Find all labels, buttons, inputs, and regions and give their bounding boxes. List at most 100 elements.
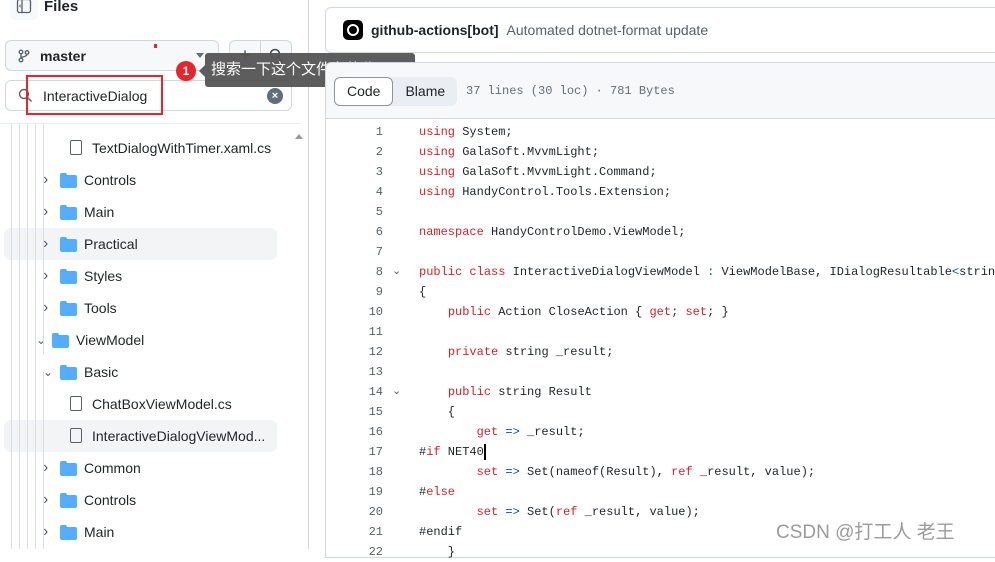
line-number[interactable]: 16: [326, 422, 383, 442]
line-number[interactable]: 13: [326, 362, 383, 382]
tree-folder-item[interactable]: ⌄ Basic: [4, 356, 277, 388]
code-token: =>: [505, 505, 520, 519]
code-token: set: [476, 505, 499, 519]
tree-folder-item[interactable]: › Controls: [4, 164, 277, 196]
line-number[interactable]: 11: [326, 322, 383, 342]
code-token: ;: [671, 305, 686, 319]
line-number[interactable]: 19: [326, 482, 383, 502]
line-number[interactable]: 8: [326, 262, 383, 282]
line-number[interactable]: 6: [326, 222, 383, 242]
text-cursor: [483, 443, 486, 460]
tree-file-item[interactable]: TextDialogWithTimer.xaml.cs: [4, 132, 277, 164]
line-number[interactable]: 22: [326, 542, 383, 562]
line-number[interactable]: 9: [326, 282, 383, 302]
collapse-sidebar-button[interactable]: [10, 0, 38, 20]
scroll-up-arrow[interactable]: [295, 134, 303, 139]
code-token: HandyControl.Tools.Extension;: [455, 185, 672, 199]
chevron-down-icon[interactable]: ⌄: [43, 365, 53, 379]
code-token: {: [419, 405, 456, 419]
folder-icon: [60, 173, 77, 188]
chevron-down-icon[interactable]: ⌄: [36, 333, 46, 347]
tree-folder-item[interactable]: ⌄ ViewModel: [4, 324, 277, 356]
commit-author[interactable]: github-actions[bot]: [371, 22, 499, 38]
code-token: =>: [505, 465, 520, 479]
code-token: ViewModelBase, IDialogResultable: [714, 265, 952, 279]
folder-icon: [60, 461, 77, 476]
code-token: HandyControlDemo.ViewModel;: [483, 225, 686, 239]
code-token: string: [959, 265, 995, 279]
watermark: CSDN @打工人 老王: [776, 522, 955, 543]
annotation-badge: 1: [176, 61, 196, 81]
line-number[interactable]: 17: [326, 442, 383, 462]
folder-open-icon: [52, 333, 69, 348]
tree-file-item[interactable]: InteractiveDialogViewMod...: [4, 420, 277, 452]
git-branch-icon: [18, 49, 30, 62]
line-number[interactable]: 3: [326, 162, 383, 182]
latest-commit-bar: github-actions[bot] Automated dotnet-for…: [325, 7, 995, 53]
code-token: Set(: [519, 505, 556, 519]
code-token: using: [419, 145, 456, 159]
code-token: string _result;: [498, 345, 614, 359]
line-number[interactable]: 14: [326, 382, 383, 402]
tree-indent-guide: [43, 124, 44, 354]
code-token: System;: [455, 125, 513, 139]
github-avatar-icon: [343, 20, 363, 40]
code-text: public string Result: [419, 382, 592, 402]
file-meta: 37 lines (30 loc) · 781 Bytes: [466, 84, 675, 98]
line-number[interactable]: 10: [326, 302, 383, 322]
code-token: if: [426, 445, 441, 459]
code-text: public class InteractiveDialogViewModel …: [419, 262, 995, 282]
code-token: }: [419, 545, 456, 559]
line-number[interactable]: 5: [326, 202, 383, 222]
line-number[interactable]: 1: [326, 122, 383, 142]
code-token: public: [419, 265, 463, 279]
code-text: public Action CloseAction { get; set; }: [419, 302, 729, 322]
tree-folder-item[interactable]: › Styles: [4, 260, 277, 292]
folder-open-icon: [60, 365, 77, 380]
clear-search-button[interactable]: ×: [267, 88, 283, 104]
line-number[interactable]: 18: [326, 462, 383, 482]
tree-folder-item[interactable]: › Main: [4, 516, 277, 548]
line-number[interactable]: 21: [326, 522, 383, 542]
tree-file-item[interactable]: ChatBoxViewModel.cs: [4, 388, 277, 420]
commit-message[interactable]: Automated dotnet-format update: [507, 22, 709, 38]
tree-item-label: ViewModel: [76, 332, 145, 348]
tree-folder-item[interactable]: › Common: [4, 452, 277, 484]
line-number[interactable]: 2: [326, 142, 383, 162]
line-number[interactable]: 4: [326, 182, 383, 202]
line-number[interactable]: 20: [326, 502, 383, 522]
tree-indent-guide: [35, 124, 36, 549]
code-token: using: [419, 165, 456, 179]
code-text: #if NET40: [419, 442, 486, 462]
tree-folder-item[interactable]: › Tools: [4, 292, 277, 324]
fold-chevron-icon[interactable]: ⌄: [392, 382, 401, 402]
tab-code[interactable]: Code: [334, 77, 394, 106]
file-view: github-actions[bot] Automated dotnet-for…: [325, 0, 995, 559]
code-token: else: [426, 485, 456, 499]
line-number[interactable]: 12: [326, 342, 383, 362]
code-token: set: [685, 305, 708, 319]
tree-folder-item[interactable]: › Practical: [4, 228, 277, 260]
tree-item-label: Main: [84, 524, 115, 540]
tree-folder-item[interactable]: › Controls: [4, 484, 277, 516]
red-mark: [154, 44, 157, 48]
code-token: GalaSoft.MvvmLight;: [455, 145, 600, 159]
code-text: #endif: [419, 522, 462, 542]
code-text: set => Set(ref _result, value);: [419, 502, 700, 522]
code-token: {: [419, 285, 427, 299]
file-icon: [70, 140, 82, 155]
tree-item-label: InteractiveDialogViewMod...: [92, 428, 266, 444]
code-token: namespace: [419, 225, 484, 239]
tree-item-label: Main: [84, 204, 115, 220]
fold-chevron-icon[interactable]: ⌄: [392, 262, 401, 282]
line-number[interactable]: 7: [326, 242, 383, 262]
tree-folder-item[interactable]: › Main: [4, 196, 277, 228]
code-token: public: [447, 305, 492, 319]
code-text: using HandyControl.Tools.Extension;: [419, 182, 671, 202]
line-number[interactable]: 15: [326, 402, 383, 422]
folder-icon: [60, 493, 77, 508]
tab-blame[interactable]: Blame: [393, 77, 457, 106]
code-token: InteractiveDialogViewModel: [505, 265, 708, 279]
